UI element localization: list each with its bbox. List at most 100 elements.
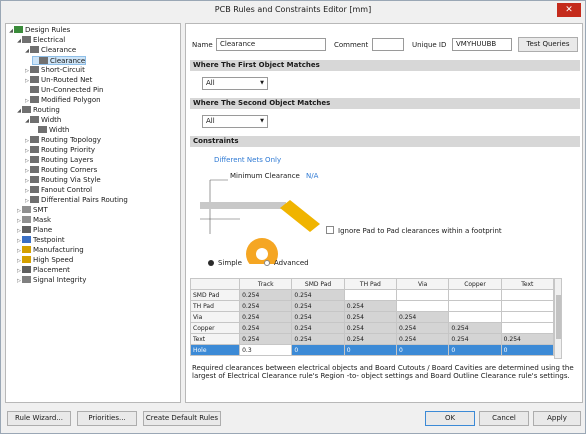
unique-id-input[interactable]: VMYHUUBB	[452, 38, 512, 51]
matrix-cell[interactable]: 0.254	[291, 300, 345, 312]
tree-item[interactable]: ▷ Mask	[16, 216, 51, 225]
route-icon	[30, 166, 39, 173]
tree-item[interactable]: ▷ Manufacturing	[16, 246, 84, 255]
chevron-down-icon: ▼	[260, 80, 264, 86]
matrix-cell[interactable]: 0	[343, 344, 398, 356]
matrix-cell[interactable]	[448, 289, 502, 301]
tree-item[interactable]: Width	[32, 126, 69, 135]
tree-item-label: Routing Topology	[41, 136, 101, 144]
first-match-header: Where The First Object Matches	[190, 60, 580, 71]
matrix-cell[interactable]: 0.254	[291, 333, 345, 345]
tree-item[interactable]: ◢ Width	[24, 116, 61, 125]
matrix-cell[interactable]: 0.254	[239, 311, 293, 323]
tree-item[interactable]: Clearance	[32, 56, 87, 65]
ok-button[interactable]: OK	[425, 411, 475, 426]
matrix-cell[interactable]: 0.254	[239, 289, 293, 301]
matrix-cell[interactable]: 0.254	[291, 311, 345, 323]
rules-tree[interactable]: ◢ Design Rules ◢ Electrical ◢ Clearance Cleara…	[5, 23, 181, 403]
matrix-cell[interactable]: 0	[500, 344, 555, 356]
matrix-cell[interactable]	[500, 289, 555, 301]
matrix-cell[interactable]	[343, 289, 398, 301]
clearance-matrix[interactable]: Track SMD Pad TH Pad Via Copper Text SMD Pad 0.…	[189, 278, 555, 356]
tree-item[interactable]: ▷ Signal Integrity	[16, 276, 86, 285]
tree-item[interactable]: ▷ Routing Corners	[24, 166, 97, 175]
tree-item[interactable]: ▷ Short-Circuit	[24, 66, 85, 75]
matrix-scrollbar[interactable]	[554, 278, 562, 359]
tree-item[interactable]: ◢ Design Rules	[8, 26, 70, 35]
first-match-combo[interactable]: All ▼	[202, 77, 268, 90]
tree-item[interactable]: ▷ High Speed	[16, 256, 73, 265]
tree-item[interactable]: ◢ Routing	[16, 106, 60, 115]
tree-item[interactable]: ▷ Routing Via Style	[24, 176, 101, 185]
matrix-cell[interactable]: 0	[396, 344, 450, 356]
matrix-row[interactable]: Text 0.254 0.254 0.254 0.254 0.254 0.254	[189, 333, 555, 345]
matrix-column-header: Copper	[448, 278, 502, 290]
test-queries-button[interactable]: Test Queries	[518, 37, 578, 52]
second-match-combo[interactable]: All ▼	[202, 115, 268, 128]
matrix-cell[interactable]: 0.254	[343, 333, 398, 345]
matrix-row[interactable]: TH Pad 0.254 0.254 0.254	[189, 300, 555, 312]
highspeed-icon	[22, 256, 31, 263]
matrix-cell[interactable]: 0.254	[448, 322, 502, 334]
simple-label: Simple	[218, 259, 242, 267]
matrix-row[interactable]: Hole 0.3 0 0 0 0 0	[189, 344, 555, 356]
matrix-cell[interactable]: 0	[291, 344, 345, 356]
advanced-radio[interactable]	[264, 260, 270, 266]
tree-item[interactable]: ▷ Routing Layers	[24, 156, 93, 165]
tree-item[interactable]: ▷ Routing Priority	[24, 146, 95, 155]
matrix-cell[interactable]: 0.254	[343, 311, 398, 323]
matrix-cell[interactable]	[448, 311, 502, 323]
tree-item[interactable]: ▷ Placement	[16, 266, 70, 275]
matrix-cell[interactable]: 0.3	[239, 344, 293, 356]
matrix-cell[interactable]: 0	[448, 344, 502, 356]
apply-button[interactable]: Apply	[533, 411, 581, 426]
rule-wizard-button[interactable]: Rule Wizard...	[7, 411, 71, 426]
matrix-cell[interactable]	[500, 300, 555, 312]
matrix-cell[interactable]: 0.254	[239, 300, 293, 312]
net-scope-link[interactable]: Different Nets Only	[214, 156, 281, 164]
simple-radio[interactable]	[208, 260, 214, 266]
cancel-button[interactable]: Cancel	[479, 411, 529, 426]
tree-item-label: Plane	[33, 226, 53, 234]
tree-item[interactable]: ▷ Differential Pairs Routing	[24, 196, 128, 205]
matrix-cell[interactable]	[396, 289, 450, 301]
matrix-cell[interactable]: 0.254	[291, 322, 345, 334]
plane-icon	[22, 226, 31, 233]
tree-item[interactable]: ▷ SMT	[16, 206, 48, 215]
scroll-thumb[interactable]	[556, 295, 561, 339]
tree-item[interactable]: ▷ Un-Routed Net	[24, 76, 92, 85]
matrix-row[interactable]: SMD Pad 0.254 0.254	[189, 289, 555, 301]
matrix-cell[interactable]: 0.254	[343, 322, 398, 334]
matrix-cell[interactable]	[500, 322, 555, 334]
matrix-cell[interactable]: 0.254	[291, 289, 345, 301]
create-default-rules-button[interactable]: Create Default Rules	[143, 411, 221, 426]
matrix-cell[interactable]: 0.254	[343, 300, 398, 312]
comment-input[interactable]	[372, 38, 404, 51]
matrix-row[interactable]: Via 0.254 0.254 0.254 0.254	[189, 311, 555, 323]
tree-item[interactable]: ▷ Routing Topology	[24, 136, 101, 145]
matrix-cell[interactable]	[448, 300, 502, 312]
matrix-cell[interactable]: 0.254	[396, 311, 450, 323]
placement-icon	[22, 266, 31, 273]
matrix-cell[interactable]: 0.254	[239, 333, 293, 345]
matrix-cell[interactable]: 0.254	[448, 333, 502, 345]
matrix-cell[interactable]	[396, 300, 450, 312]
matrix-cell[interactable]: 0.254	[396, 322, 450, 334]
matrix-row[interactable]: Copper 0.254 0.254 0.254 0.254 0.254	[189, 322, 555, 334]
matrix-cell[interactable]: 0.254	[239, 322, 293, 334]
priorities-button[interactable]: Priorities...	[77, 411, 137, 426]
ignore-pad-checkbox[interactable]	[326, 226, 334, 234]
tree-item[interactable]: ▷ Fanout Control	[24, 186, 92, 195]
matrix-cell[interactable]	[500, 311, 555, 323]
tree-item-label: Width	[49, 126, 70, 134]
tree-item[interactable]: ◢ Clearance	[24, 46, 76, 55]
tree-item[interactable]: ▷ Plane	[16, 226, 52, 235]
matrix-cell[interactable]: 0.254	[500, 333, 555, 345]
name-input[interactable]: Clearance	[216, 38, 326, 51]
matrix-cell[interactable]: 0.254	[396, 333, 450, 345]
tree-item[interactable]: Un-Connected Pin	[24, 86, 103, 95]
close-button[interactable]: ✕	[557, 3, 581, 17]
tree-item[interactable]: ▷ Modified Polygon	[24, 96, 101, 105]
tree-item[interactable]: ▷ Testpoint	[16, 236, 65, 245]
tree-item[interactable]: ◢ Electrical	[16, 36, 65, 45]
